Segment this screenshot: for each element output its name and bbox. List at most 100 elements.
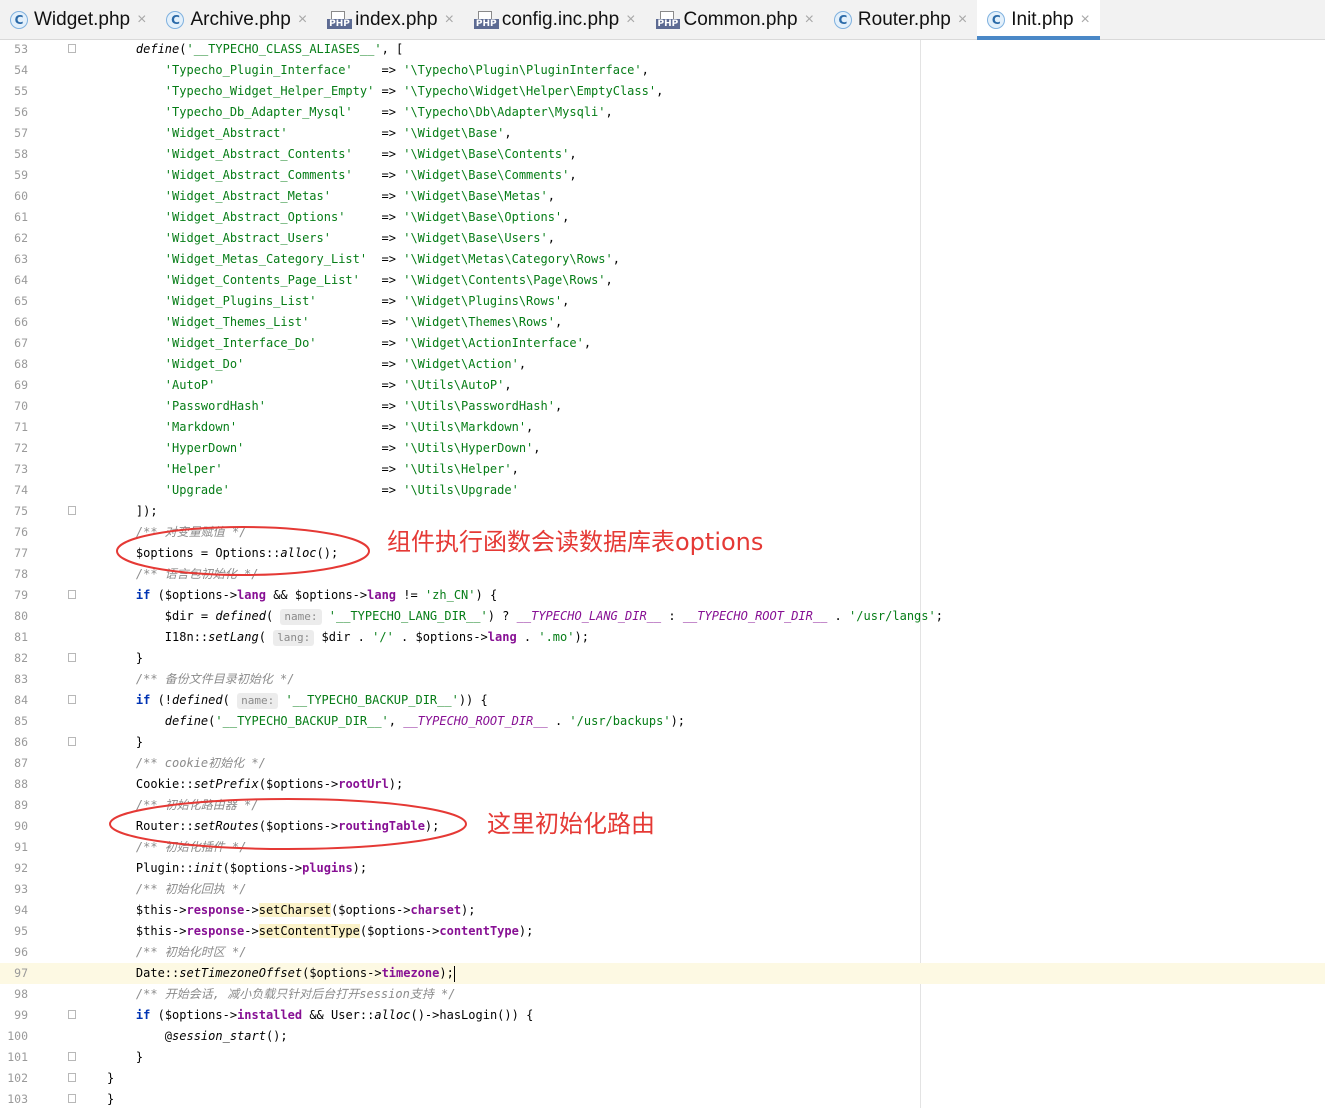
code-text[interactable]: 'Widget_Abstract_Options' => '\Widget\Ba… — [107, 207, 570, 228]
code-line: 71 'Markdown' => '\Utils\Markdown', — [0, 417, 1325, 438]
line-number: 76 — [14, 525, 28, 539]
code-line: 96 /** 初始化时区 */ — [0, 942, 1325, 963]
close-icon[interactable]: × — [626, 11, 635, 29]
fold-marker-icon[interactable] — [68, 506, 76, 515]
code-text[interactable]: Router::setRoutes($options->routingTable… — [107, 816, 439, 837]
fold-marker-icon[interactable] — [68, 1094, 76, 1103]
tab-archive-php[interactable]: C Archive.php × — [156, 0, 317, 39]
code-text[interactable]: /** cookie初始化 */ — [107, 753, 266, 774]
code-text[interactable]: ]); — [107, 501, 158, 522]
tab-config-inc-php[interactable]: PHP config.inc.php × — [464, 0, 646, 39]
tab-init-php[interactable]: C Init.php × — [977, 0, 1100, 40]
tab-label: config.inc.php — [501, 8, 620, 30]
code-text[interactable]: I18n::setLang( lang: $dir . '/' . $optio… — [107, 627, 589, 648]
code-text[interactable]: define('__TYPECHO_BACKUP_DIR__', __TYPEC… — [107, 711, 685, 732]
fold-marker-icon[interactable] — [68, 590, 76, 599]
code-text[interactable]: /** 开始会话, 减小负载只针对后台打开session支持 */ — [107, 984, 456, 1005]
code-text[interactable]: } — [107, 648, 143, 669]
code-text[interactable]: /** 备份文件目录初始化 */ — [107, 669, 295, 690]
fold-marker-icon[interactable] — [68, 1073, 76, 1082]
line-number: 55 — [14, 84, 28, 98]
code-text[interactable]: /** 语言包初始化 */ — [107, 564, 259, 585]
code-line: 64 'Widget_Contents_Page_List' => '\Widg… — [0, 270, 1325, 291]
code-text[interactable]: } — [107, 1068, 114, 1089]
code-text[interactable]: } — [107, 732, 143, 753]
line-number: 54 — [14, 63, 28, 77]
code-text[interactable]: Date::setTimezoneOffset($options->timezo… — [107, 963, 455, 984]
code-line: 100 @session_start(); — [0, 1026, 1325, 1047]
tab-router-php[interactable]: C Router.php × — [824, 0, 977, 39]
code-text[interactable]: 'Widget_Contents_Page_List' => '\Widget\… — [107, 270, 613, 291]
code-text[interactable]: 'Helper' => '\Utils\Helper', — [107, 459, 519, 480]
code-editor[interactable]: 53 define('__TYPECHO_CLASS_ALIASES__', [… — [0, 40, 1325, 1108]
code-text[interactable]: define('__TYPECHO_CLASS_ALIASES__', [ — [107, 40, 403, 60]
fold-marker-icon[interactable] — [68, 44, 76, 53]
line-number: 71 — [14, 420, 28, 434]
code-text[interactable]: 'Widget_Abstract_Users' => '\Widget\Base… — [107, 228, 555, 249]
tab-widget-php[interactable]: C Widget.php × — [0, 0, 156, 39]
code-text[interactable]: 'Widget_Themes_List' => '\Widget\Themes\… — [107, 312, 562, 333]
code-text[interactable]: 'Widget_Abstract_Comments' => '\Widget\B… — [107, 165, 577, 186]
code-text[interactable]: 'Typecho_Db_Adapter_Mysql' => '\Typecho\… — [107, 102, 613, 123]
tab-label: Archive.php — [190, 8, 291, 30]
fold-marker-icon[interactable] — [68, 1052, 76, 1061]
code-text[interactable]: 'Widget_Abstract' => '\Widget\Base', — [107, 123, 512, 144]
code-text[interactable]: 'AutoP' => '\Utils\AutoP', — [107, 375, 512, 396]
code-text[interactable]: 'Widget_Plugins_List' => '\Widget\Plugin… — [107, 291, 570, 312]
code-text[interactable]: 'Typecho_Widget_Helper_Empty' => '\Typec… — [107, 81, 664, 102]
code-text[interactable]: @session_start(); — [107, 1026, 288, 1047]
close-icon[interactable]: × — [298, 11, 307, 29]
fold-marker-icon[interactable] — [68, 695, 76, 704]
code-text[interactable]: 'Widget_Do' => '\Widget\Action', — [107, 354, 526, 375]
code-text[interactable]: if ($options->installed && User::alloc()… — [107, 1005, 533, 1026]
code-text[interactable]: $this->response->setContentType($options… — [107, 921, 533, 942]
code-line: 61 'Widget_Abstract_Options' => '\Widget… — [0, 207, 1325, 228]
tab-index-php[interactable]: PHP index.php × — [317, 0, 464, 39]
line-number: 91 — [14, 840, 28, 854]
code-text[interactable]: /** 初始化插件 */ — [107, 837, 247, 858]
code-text[interactable]: Cookie::setPrefix($options->rootUrl); — [107, 774, 403, 795]
php-file-icon-label: PHP — [327, 18, 352, 29]
code-text[interactable]: Plugin::init($options->plugins); — [107, 858, 367, 879]
line-number: 58 — [14, 147, 28, 161]
code-text[interactable]: /** 初始化时区 */ — [107, 942, 247, 963]
fold-marker-icon[interactable] — [68, 737, 76, 746]
close-icon[interactable]: × — [805, 11, 814, 29]
code-text[interactable]: if ($options->lang && $options->lang != … — [107, 585, 497, 606]
fold-marker-icon[interactable] — [68, 1010, 76, 1019]
code-text[interactable]: 'Typecho_Plugin_Interface' => '\Typecho\… — [107, 60, 649, 81]
close-icon[interactable]: × — [137, 11, 146, 29]
line-number: 66 — [14, 315, 28, 329]
code-text[interactable]: 'PasswordHash' => '\Utils\PasswordHash', — [107, 396, 562, 417]
code-text[interactable]: /** 初始化路由器 */ — [107, 795, 259, 816]
code-text[interactable]: if (!defined( name: '__TYPECHO_BACKUP_DI… — [107, 690, 488, 711]
code-text[interactable]: } — [107, 1047, 143, 1068]
code-line: 84 if (!defined( name: '__TYPECHO_BACKUP… — [0, 690, 1325, 711]
code-text[interactable]: $this->response->setCharset($options->ch… — [107, 900, 476, 921]
code-text[interactable]: 'Upgrade' => '\Utils\Upgrade' — [107, 480, 519, 501]
close-icon[interactable]: × — [1081, 11, 1090, 29]
line-number: 70 — [14, 399, 28, 413]
php-class-icon: C — [987, 10, 1006, 29]
code-text[interactable]: 'Markdown' => '\Utils\Markdown', — [107, 417, 533, 438]
code-text[interactable]: 'Widget_Interface_Do' => '\Widget\Action… — [107, 333, 591, 354]
code-text[interactable]: $options = Options::alloc(); — [107, 543, 338, 564]
code-text[interactable]: } — [107, 1089, 114, 1108]
line-number: 103 — [7, 1092, 28, 1106]
line-number: 85 — [14, 714, 28, 728]
close-icon[interactable]: × — [958, 11, 967, 29]
tab-common-php[interactable]: PHP Common.php × — [646, 0, 824, 39]
code-text[interactable]: 'Widget_Abstract_Contents' => '\Widget\B… — [107, 144, 577, 165]
close-icon[interactable]: × — [445, 11, 454, 29]
code-text[interactable]: /** 初始化回执 */ — [107, 879, 247, 900]
code-text[interactable]: 'Widget_Metas_Category_List' => '\Widget… — [107, 249, 620, 270]
code-text[interactable]: 'Widget_Abstract_Metas' => '\Widget\Base… — [107, 186, 555, 207]
code-text[interactable]: $dir = defined( name: '__TYPECHO_LANG_DI… — [107, 606, 943, 627]
code-text[interactable]: /** 对变量赋值 */ — [107, 522, 247, 543]
code-line: 58 'Widget_Abstract_Contents' => '\Widge… — [0, 144, 1325, 165]
code-text[interactable]: 'HyperDown' => '\Utils\HyperDown', — [107, 438, 541, 459]
code-line: 86 } — [0, 732, 1325, 753]
tab-label: Widget.php — [34, 8, 131, 30]
line-number: 57 — [14, 126, 28, 140]
fold-marker-icon[interactable] — [68, 653, 76, 662]
